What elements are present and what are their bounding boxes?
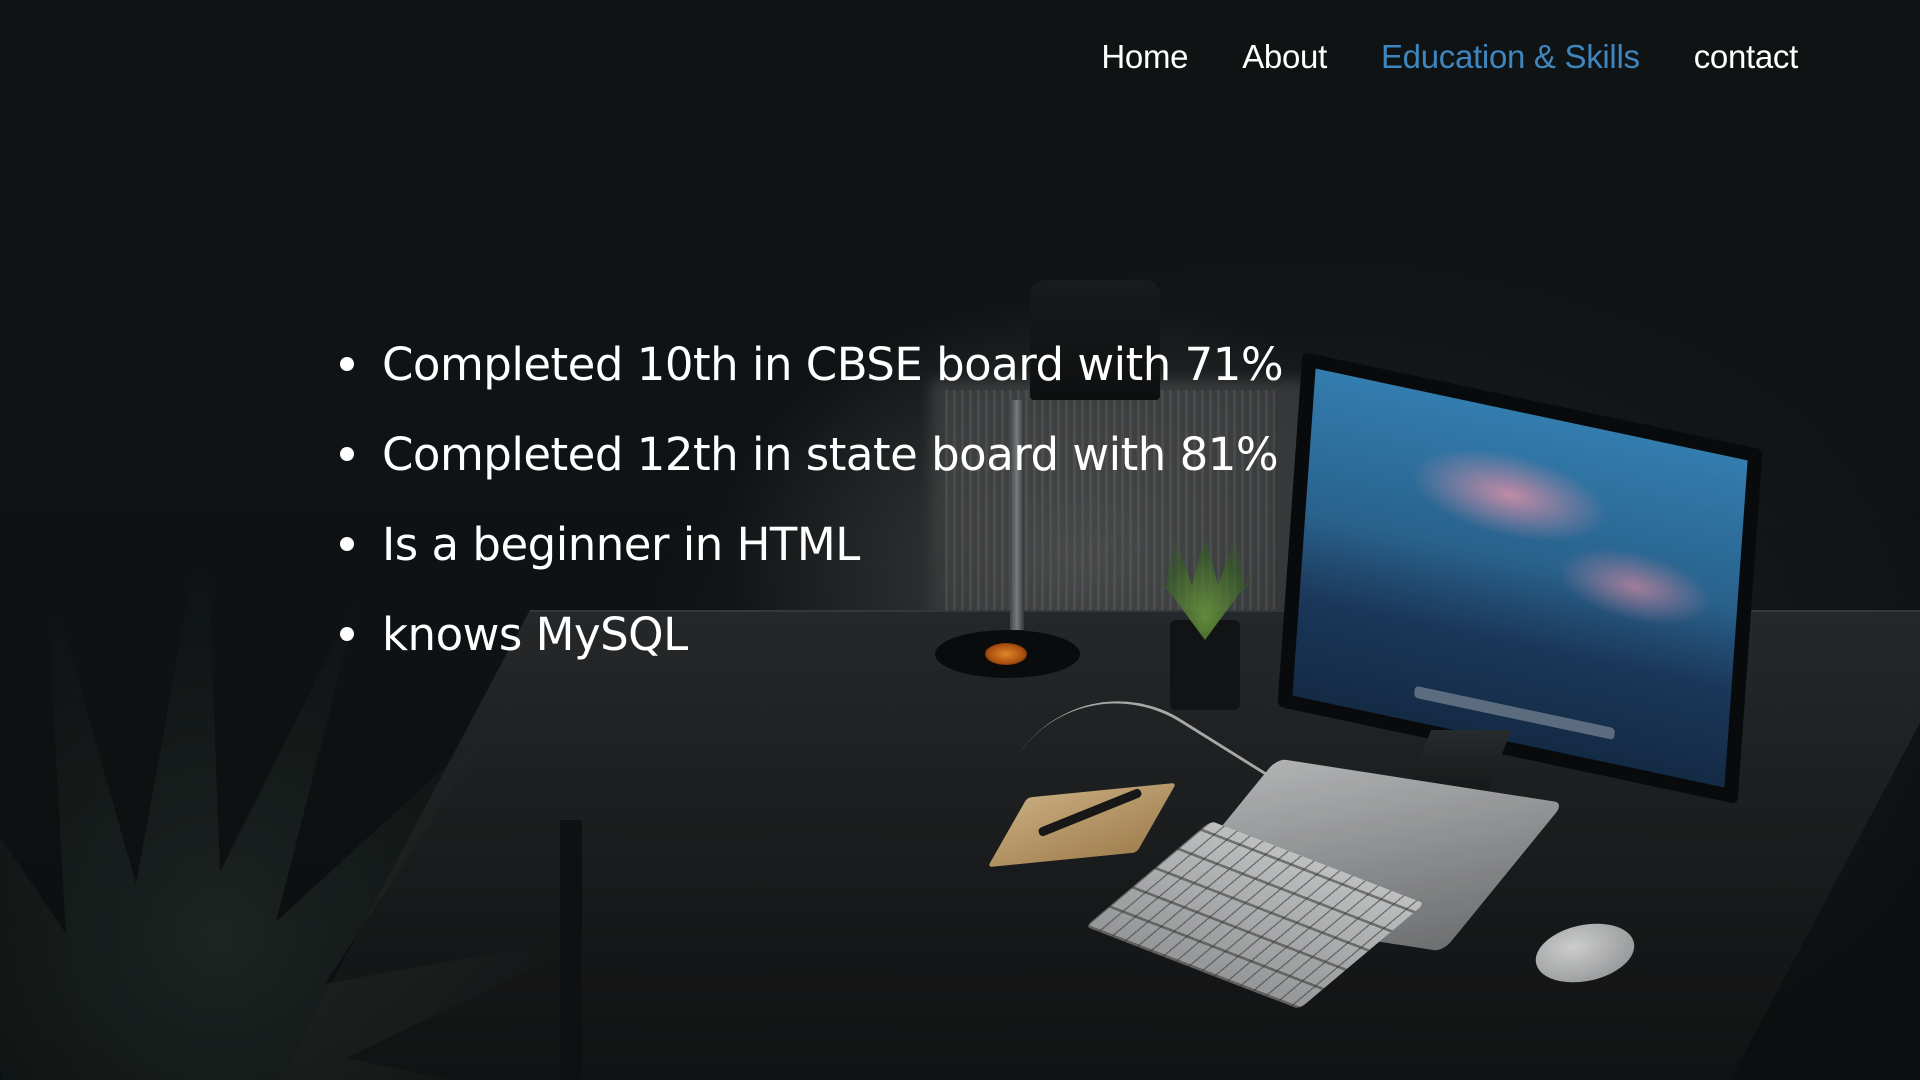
nav-link-education-skills[interactable]: Education & Skills (1381, 38, 1640, 76)
education-skills-list: Completed 10th in CBSE board with 71% Co… (340, 335, 1284, 695)
bullet-icon (340, 627, 354, 641)
bullet-icon (340, 447, 354, 461)
nav-link-contact[interactable]: contact (1694, 38, 1799, 76)
list-item: knows MySQL (340, 605, 1283, 695)
nav-link-home[interactable]: Home (1101, 38, 1188, 76)
list-item: Completed 10th in CBSE board with 71% (340, 335, 1284, 425)
page: Home About Education & Skills contact Co… (0, 0, 1920, 1080)
list-item-text: Completed 12th in state board with 81% (382, 428, 1279, 481)
bullet-icon (340, 357, 354, 371)
list-item-text: Is a beginner in HTML (382, 518, 860, 571)
list-item: Completed 12th in state board with 81% (340, 425, 1283, 515)
list-item-text: knows MySQL (382, 608, 688, 661)
list-item: Is a beginner in HTML (340, 515, 1283, 605)
top-nav: Home About Education & Skills contact (1101, 38, 1798, 76)
bullet-icon (340, 537, 354, 551)
list-item-text: Completed 10th in CBSE board with 71% (382, 338, 1284, 391)
nav-link-about[interactable]: About (1242, 38, 1327, 76)
